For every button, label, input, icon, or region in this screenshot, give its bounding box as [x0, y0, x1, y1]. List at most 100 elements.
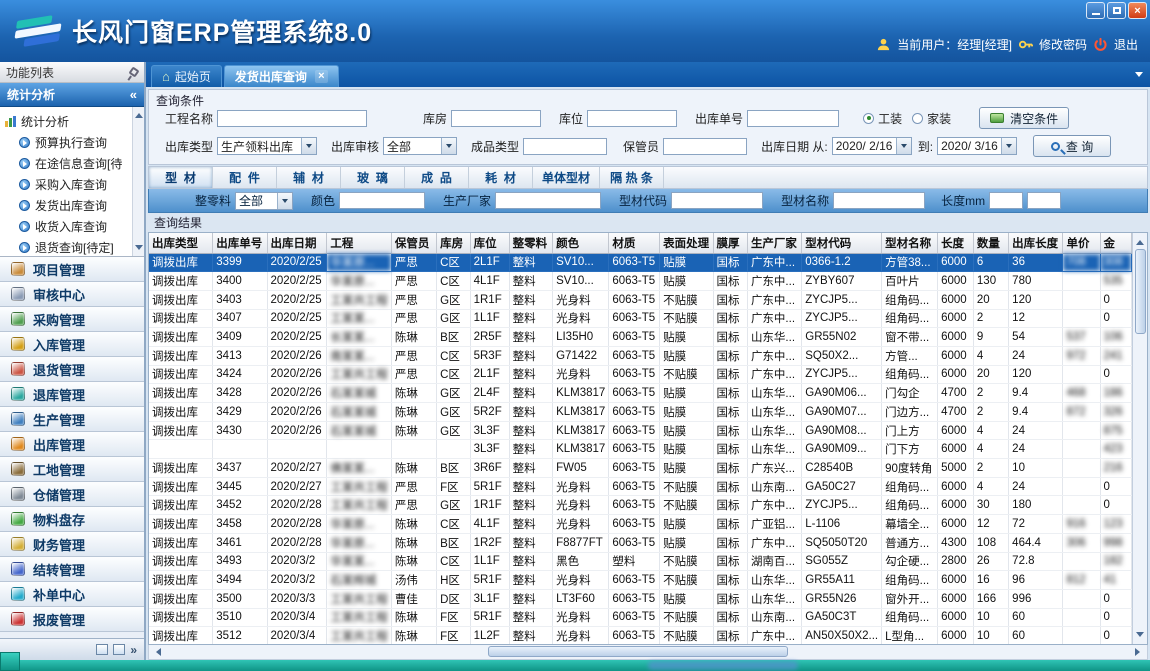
column-header[interactable]: 膜厚 [713, 233, 747, 253]
tree-item[interactable]: 在途信息查询[待 [5, 153, 130, 174]
sidebar-section-header[interactable]: 统计分析 « [0, 83, 144, 107]
table-row[interactable]: 调拨出库34522020/2/28工某共工程严思G区1R1F整料光身料6063-… [149, 496, 1132, 515]
material-tab-consumable[interactable]: 耗 材 [469, 167, 533, 188]
tree-item[interactable]: 退货查询[待定] [5, 237, 130, 257]
column-header[interactable]: 工程 [327, 233, 392, 253]
sidebar-item-return-goods[interactable]: 退货管理 [0, 357, 144, 382]
tree-item[interactable]: 采购入库查询 [5, 174, 130, 195]
table-row[interactable]: 调拨出库34452020/2/27工某共工程严思F区5R1F整料光身料6063-… [149, 477, 1132, 496]
chevrons-right-icon[interactable]: » [130, 643, 137, 657]
scroll-left-button[interactable] [149, 645, 164, 660]
profile-name-input[interactable] [833, 192, 925, 209]
column-header[interactable]: 材质 [609, 233, 660, 253]
vertical-scroll-thumb[interactable] [1135, 249, 1146, 334]
color-input[interactable] [339, 192, 425, 209]
column-header[interactable]: 单价 [1063, 233, 1100, 253]
order-no-input[interactable] [747, 110, 839, 127]
material-tab-finished[interactable]: 成 品 [405, 167, 469, 188]
vertical-scrollbar[interactable] [1132, 233, 1147, 644]
column-header[interactable]: 出库长度 [1009, 233, 1063, 253]
tree-scrollbar[interactable] [132, 107, 144, 256]
whole-scrap-select[interactable]: 全部 [235, 192, 293, 210]
column-header[interactable]: 数量 [973, 233, 1008, 253]
column-header[interactable]: 出库日期 [267, 233, 327, 253]
date-from-picker[interactable]: 2020/ 2/16 [832, 137, 912, 155]
tab-start-page[interactable]: ⌂ 起始页 [151, 65, 222, 87]
tree-item[interactable]: 预算执行查询 [5, 132, 130, 153]
column-header[interactable]: 型材代码 [802, 233, 882, 253]
column-header[interactable]: 保管员 [391, 233, 436, 253]
outbound-type-select[interactable]: 生产领料出库 [217, 137, 317, 155]
tree-item[interactable]: 收货入库查询 [5, 216, 130, 237]
table-row[interactable]: 调拨出库34032020/2/25工某共工程严思G区1R1F整料光身料6063-… [149, 290, 1132, 309]
warehouse-input[interactable] [451, 110, 541, 127]
pin-icon[interactable] [128, 66, 139, 77]
table-row[interactable]: 调拨出库34302020/2/26石某某城陈琳G区3L3F整料KLM381760… [149, 421, 1132, 440]
column-header[interactable]: 生产厂家 [747, 233, 801, 253]
scroll-down-button[interactable] [1133, 629, 1148, 644]
sidebar-item-site[interactable]: 工地管理 [0, 457, 144, 482]
change-password-link[interactable]: 修改密码 [1039, 36, 1087, 53]
table-row[interactable]: 调拨出库34292020/2/26石某某城陈琳G区5R2F整料KLM381760… [149, 403, 1132, 422]
sidebar-item-purchase[interactable]: 采购管理 [0, 307, 144, 332]
profile-code-input[interactable] [671, 192, 763, 209]
column-header[interactable]: 库房 [437, 233, 471, 253]
sidebar-item-carryover[interactable]: 结转管理 [0, 557, 144, 582]
search-button[interactable]: 查 询 [1033, 135, 1111, 157]
length-min-input[interactable] [989, 192, 1023, 209]
material-tab-fitting[interactable]: 配 件 [213, 167, 277, 188]
table-row[interactable]: 调拨出库34612020/2/28华某原...陈琳B区1R2F整料F8877FT… [149, 533, 1132, 552]
column-header[interactable]: 颜色 [553, 233, 609, 253]
tab-shipping-outbound-query[interactable]: 发货出库查询 × [224, 65, 339, 87]
table-row[interactable]: 调拨出库34092020/2/25长某某...陈琳B区2R5F整料LI35H06… [149, 328, 1132, 347]
project-name-input[interactable] [217, 110, 367, 127]
location-input[interactable] [587, 110, 677, 127]
view-mode-icon[interactable] [96, 644, 108, 655]
material-tab-glass[interactable]: 玻 璃 [341, 167, 405, 188]
column-header[interactable]: 金 [1100, 233, 1131, 253]
length-max-input[interactable] [1027, 192, 1061, 209]
radio-gongzhuang[interactable] [863, 113, 874, 124]
logout-link[interactable]: 退出 [1114, 36, 1138, 53]
minimize-button[interactable] [1086, 2, 1105, 19]
scroll-up-button[interactable] [1133, 233, 1148, 248]
table-row[interactable]: 调拨出库34582020/2/28华某原...陈琳C区4L1F整料光身料6063… [149, 515, 1132, 534]
menu-mode-icon[interactable] [113, 644, 125, 655]
table-row[interactable]: 调拨出库35122020/3/4工某共工程陈琳F区1L2F整料光身料6063-T… [149, 627, 1132, 644]
horizontal-scroll-thumb[interactable] [488, 646, 787, 657]
radio-jiazhuang[interactable] [912, 113, 923, 124]
sidebar-item-production[interactable]: 生产管理 [0, 407, 144, 432]
tab-list-chevron-icon[interactable] [1135, 72, 1143, 77]
clear-button[interactable]: 清空条件 [979, 107, 1069, 129]
sidebar-item-finance[interactable]: 财务管理 [0, 532, 144, 557]
table-row[interactable]: 调拨出库34132020/2/26南某某...严思C区5R3F整料G714226… [149, 346, 1132, 365]
table-row[interactable]: 调拨出库34282020/2/26石某某城陈琳G区2L4F整料KLM381760… [149, 384, 1132, 403]
tree-root[interactable]: 统计分析 [5, 111, 130, 132]
table-row[interactable]: 调拨出库35002020/3/3工某共工程曹佳D区3L1F整料LT3F60606… [149, 589, 1132, 608]
sidebar-item-return-warehouse[interactable]: 退库管理 [0, 382, 144, 407]
date-to-picker[interactable]: 2020/ 3/16 [937, 137, 1017, 155]
manufacturer-input[interactable] [495, 192, 601, 209]
sidebar-item-supplement[interactable]: 补单中心 [0, 582, 144, 607]
table-row[interactable]: 3L3F整料KLM38176063-T5贴膜国标山东华...GA90M09...… [149, 440, 1132, 459]
keeper-input[interactable] [663, 138, 747, 155]
material-tab-profile[interactable]: 型 材 [149, 167, 213, 188]
tab-close-icon[interactable]: × [315, 70, 328, 83]
audit-select[interactable]: 全部 [383, 137, 457, 155]
scroll-up-icon[interactable] [135, 109, 143, 118]
table-row[interactable]: 调拨出库33992020/2/25华某原...严思C区2L1F整料SV10...… [149, 253, 1132, 272]
maximize-button[interactable] [1107, 2, 1126, 19]
tree-item[interactable]: 发货出库查询 [5, 195, 130, 216]
close-button[interactable]: × [1128, 2, 1147, 19]
column-header[interactable]: 出库单号 [213, 233, 267, 253]
sidebar-item-project[interactable]: 项目管理 [0, 257, 144, 282]
column-header[interactable]: 长度 [938, 233, 974, 253]
column-header[interactable]: 库位 [470, 233, 509, 253]
table-row[interactable]: 调拨出库34372020/2/27佛某某...陈琳B区3R6F整料FW05606… [149, 459, 1132, 478]
collapse-icon[interactable]: « [130, 87, 137, 102]
material-tab-auxiliary[interactable]: 辅 材 [277, 167, 341, 188]
scroll-right-button[interactable] [1132, 645, 1147, 660]
column-header[interactable]: 型材名称 [882, 233, 938, 253]
table-row[interactable]: 调拨出库35102020/3/4工某共工程陈琳F区5R1F整料光身料6063-T… [149, 608, 1132, 627]
radio-gongzhuang-label[interactable]: 工装 [878, 110, 902, 127]
